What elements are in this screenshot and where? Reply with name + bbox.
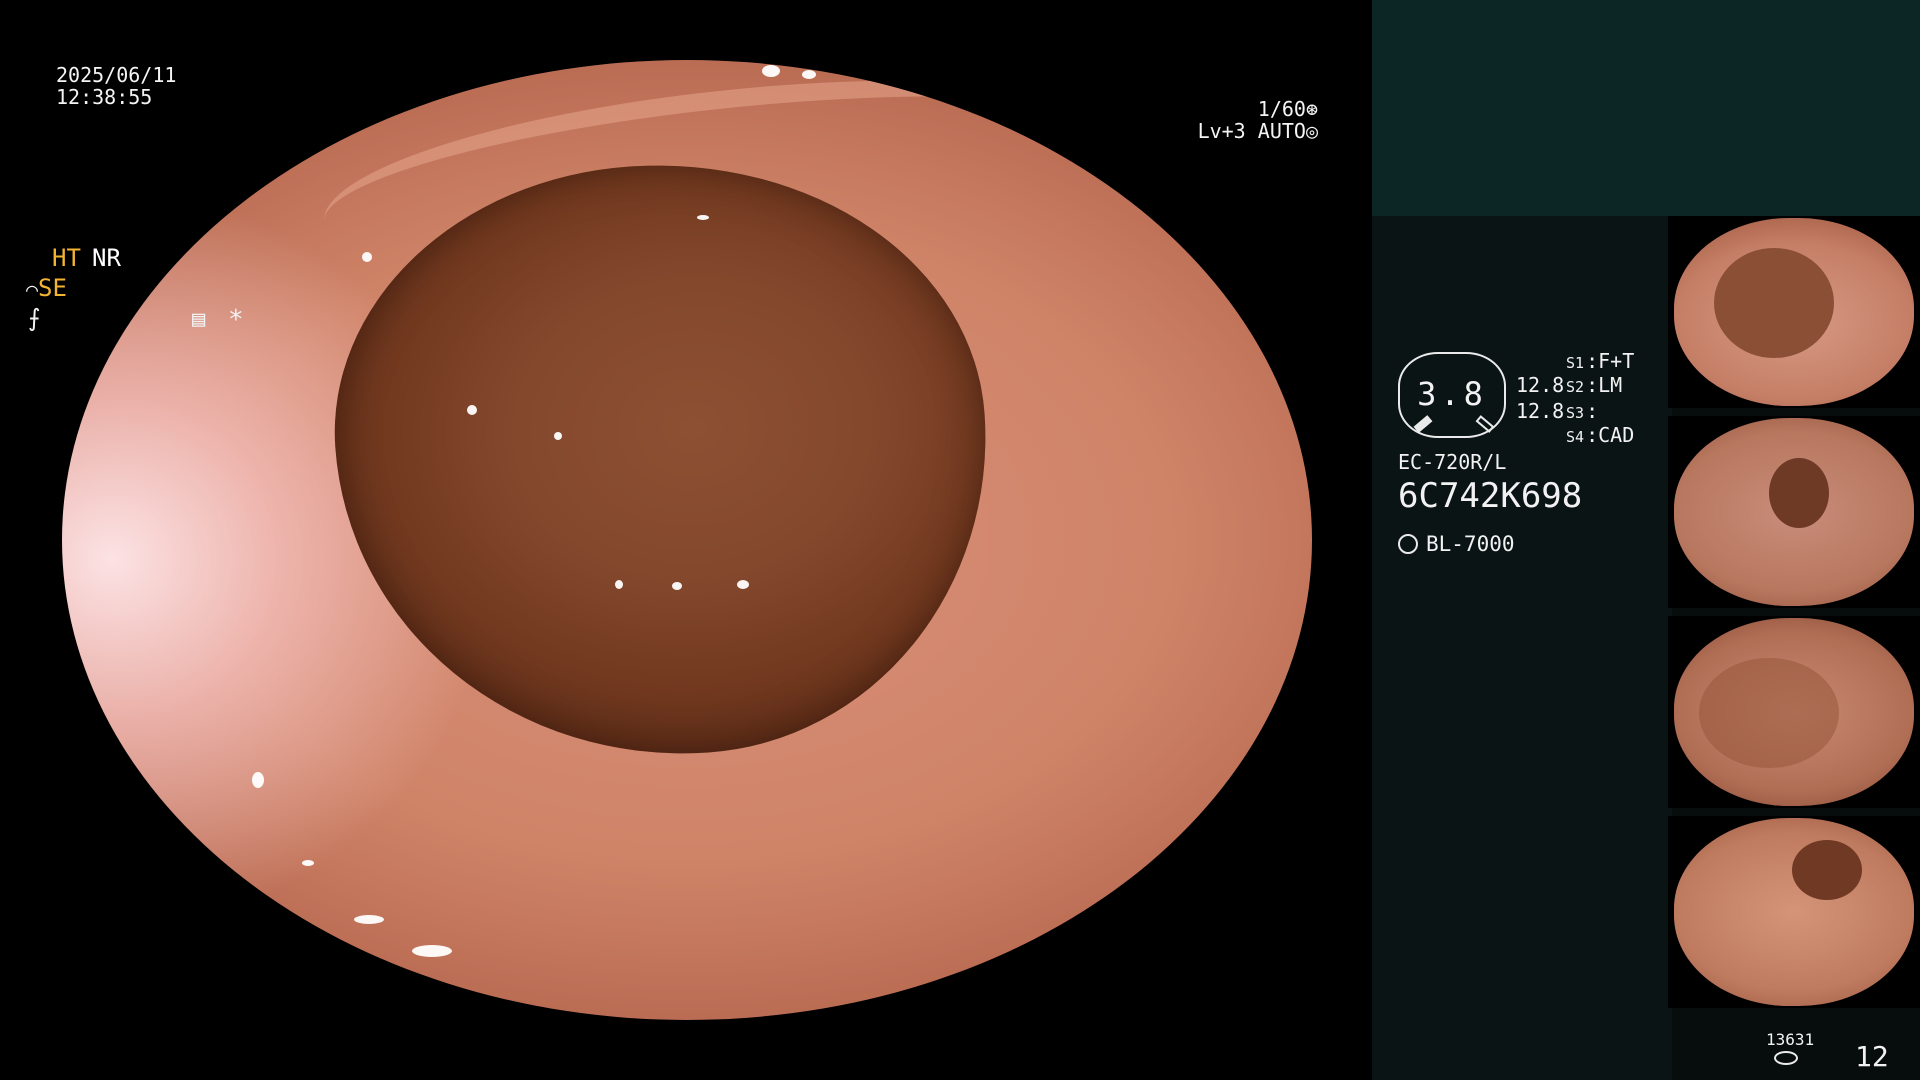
captured-thumbnail-1[interactable] [1668,216,1920,408]
thumbnail-lumen [1714,248,1834,358]
time-text: 12:38:55 [56,85,153,109]
f-symbol-icon: ⨍ [28,304,41,332]
settings-list-icon: ▤ [192,307,206,332]
switch-4-label: S4 [1566,428,1585,446]
thumbnail-lumen [1769,458,1829,528]
thumbnail-image [1674,818,1914,1006]
f-symbol-row: ⨍ [28,304,41,332]
asterisk-icon: * [228,305,244,335]
gauge-number-1: 12.8 [1516,373,1565,397]
switch-3-label: S3 [1566,404,1585,422]
thumbnail-image [1674,618,1914,806]
light-source-row: BL-7000 [1398,530,1515,558]
light-reflection [837,1005,851,1015]
gauge-value: 3.8 [1417,375,1487,413]
switch-1-value: F+T [1598,349,1635,373]
light-reflection [615,580,623,589]
light-reflection [252,772,264,788]
captured-thumbnail-4[interactable] [1668,816,1920,1008]
switch-2-row: S2:LM [1566,373,1623,397]
scope-model-text: EC-720R/L [1398,450,1507,474]
scope-info-area [1372,216,1672,1080]
thumbnail-image [1674,218,1914,406]
light-reflection [467,405,477,415]
switch-2-value: LM [1598,373,1623,397]
switch-4-row: S4:CAD [1566,423,1635,447]
iris-row: Lv+3 AUTO◎ [1198,120,1318,142]
date-time-readout: 2025/06/11 12:38:55 [56,64,176,108]
iris-icon: ◎ [1305,119,1318,143]
light-reflection [362,252,372,262]
light-source-icon [1398,534,1418,554]
shutter-speed-text: 1/60 [1257,97,1306,121]
light-reflection [672,582,682,590]
exposure-readout: 1/60⊛ Lv+3 AUTO◎ [1198,98,1318,142]
thumbnail-image [1674,418,1914,606]
structure-enhance-icon: ⌒ [26,277,39,301]
light-reflection [554,432,562,440]
light-reflection [762,65,780,77]
light-reflection [412,945,452,957]
nr-mode-label: NR [92,244,121,272]
switch-2-label: S2 [1566,378,1585,396]
captured-thumbnail-2[interactable] [1668,416,1920,608]
thumbnail-lumen [1699,658,1839,768]
light-reflection [354,915,384,924]
light-reflection [302,860,314,866]
light-reflection [737,580,749,589]
date-text: 2025/06/11 [56,63,177,87]
shutter-icon: ⊛ [1305,97,1318,121]
shutter-row: 1/60⊛ [1198,98,1318,120]
light-reflection [802,70,816,79]
storage-disk-icon [1774,1051,1798,1065]
switch-4-value: CAD [1598,423,1635,447]
switch-1-label: S1 [1566,354,1585,372]
endoscope-view: 2025/06/11 12:38:55 1/60⊛ Lv+3 AUTO◎ [0,0,1372,1080]
storage-count-text: 13631 [1766,1030,1815,1049]
iris-mode-text: AUTO [1257,119,1306,143]
panel-header-area [1372,0,1920,216]
scope-serial-text: 6C742K698 [1398,476,1583,516]
gauge-number-2: 12.8 [1516,399,1565,423]
switch-1-row: S1:F+T [1566,349,1635,373]
zoom-gauge: 3.8 [1398,352,1506,438]
capture-count-text: 12 [1855,1040,1889,1073]
thumbnail-lumen [1792,840,1862,900]
captured-thumbnail-3[interactable] [1668,616,1920,808]
light-source-text: BL-7000 [1426,532,1515,556]
light-reflection [697,215,709,220]
brightness-level-text: Lv+3 [1197,119,1246,143]
switch-3-row: S3: [1566,399,1599,423]
se-mode-row: ⌒SE [26,274,67,303]
ht-mode-label: HT [52,244,81,272]
endoscope-image [62,60,1312,1020]
gauge-marker-left-icon [1413,415,1433,433]
se-mode-label: SE [38,274,67,302]
